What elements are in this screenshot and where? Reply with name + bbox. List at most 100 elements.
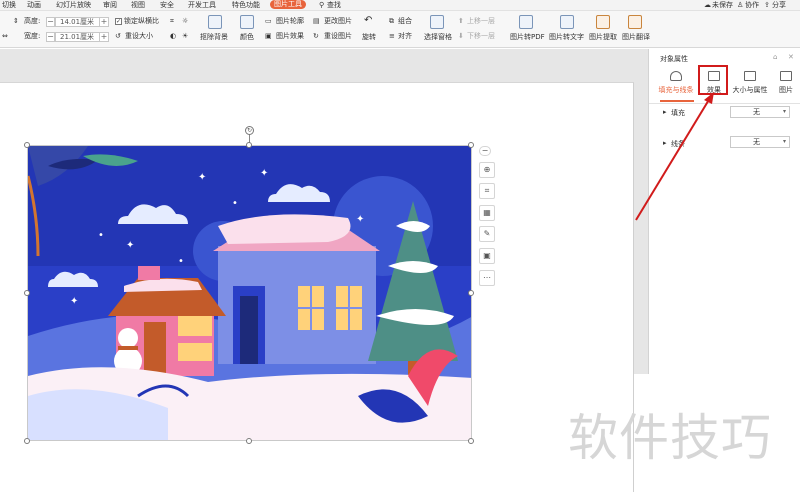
height-decrease-button[interactable]: − — [46, 17, 55, 27]
brightness-icon[interactable]: ☼ — [182, 17, 188, 26]
align-button[interactable]: 对齐 — [398, 32, 412, 41]
tab-size-label: 大小与属性 — [732, 86, 768, 94]
search-icon[interactable]: ⚲ — [319, 0, 324, 10]
to-pdf-icon[interactable] — [519, 15, 533, 29]
lock-ratio-checkbox[interactable]: ✓ — [115, 18, 122, 25]
picture-icon — [780, 71, 792, 81]
selection-pane-button[interactable]: 选择窗格 — [424, 33, 452, 42]
fill-dropdown[interactable]: 无 ▾ — [730, 106, 790, 118]
resize-handle-tr[interactable] — [468, 142, 474, 148]
resize-handle-r[interactable] — [468, 290, 474, 296]
height-field[interactable]: 14.01厘米 — [55, 17, 100, 27]
rotate-button[interactable]: 旋转 — [362, 33, 376, 42]
extract-icon[interactable] — [596, 15, 610, 29]
resize-handle-b[interactable] — [246, 438, 252, 444]
rotate-icon[interactable]: ↶ — [364, 16, 372, 26]
translate-button[interactable]: 图片翻译 — [622, 33, 650, 42]
to-text-button[interactable]: 图片转文字 — [549, 33, 584, 42]
menu-search[interactable]: 查找 — [327, 0, 341, 10]
menu-devtools[interactable]: 开发工具 — [188, 0, 216, 10]
color-button[interactable]: 颜色 — [240, 33, 254, 42]
close-icon[interactable]: ✕ — [788, 53, 794, 61]
change-pic-button[interactable]: 更改图片 — [324, 17, 352, 26]
combine-button[interactable]: 组合 — [398, 17, 412, 26]
edit-icon[interactable]: ✎ — [479, 226, 495, 242]
outline-icon: ▭ — [265, 17, 272, 25]
app-window: { "menu": { "items": ["切换","动画","幻灯片放映",… — [0, 0, 800, 492]
svg-text:✦: ✦ — [70, 296, 78, 307]
border-icon[interactable]: ▦ — [479, 205, 495, 221]
compress-icon[interactable]: ☀ — [182, 32, 188, 41]
reset-pic-button[interactable]: 重设图片 — [324, 32, 352, 41]
collab-button[interactable]: 协作 — [745, 0, 759, 10]
rotate-handle[interactable]: ↻ — [245, 126, 254, 135]
svg-text:✦: ✦ — [260, 168, 268, 179]
width-decrease-button[interactable]: − — [46, 32, 55, 42]
menu-animation[interactable]: 动画 — [27, 0, 41, 10]
line-dropdown[interactable]: 无 ▾ — [730, 136, 790, 148]
panel-title: 对象属性 — [660, 55, 688, 63]
ribbon-toolbar: ⇕ 高度: 14.01厘米 + ⇔ 宽度: − 21.01厘米 + − ✓ 锁定… — [0, 11, 800, 48]
more-icon[interactable]: ⋯ — [479, 270, 495, 286]
combine-icon: ⧉ — [389, 17, 394, 25]
menu-view[interactable]: 视图 — [131, 0, 145, 10]
outline-button[interactable]: 图片轮廓 — [276, 17, 304, 26]
menu-review[interactable]: 审阅 — [103, 0, 117, 10]
svg-text:✦: ✦ — [356, 214, 364, 225]
remove-bg-button[interactable]: 抠除背景 — [200, 33, 228, 42]
height-increase-button[interactable]: + — [100, 17, 109, 27]
pin-icon[interactable]: ⌂ — [773, 53, 777, 61]
extract-button[interactable]: 图片提取 — [589, 33, 617, 42]
crop-icon[interactable]: ⌗ — [479, 183, 495, 199]
svg-text:•: • — [98, 230, 104, 241]
resize-handle-l[interactable] — [24, 290, 30, 296]
chevron-down-icon: ▾ — [782, 138, 786, 145]
change-pic-icon: ▤ — [313, 17, 320, 25]
to-text-icon[interactable] — [560, 15, 574, 29]
menu-features[interactable]: 特色功能 — [232, 0, 260, 10]
tab-picture-label: 图片 — [779, 86, 793, 94]
width-field[interactable]: 21.01厘米 — [55, 32, 100, 42]
remove-bg-icon[interactable] — [208, 15, 222, 29]
effect-icon: ▣ — [265, 32, 272, 40]
pictures-icon[interactable]: ▣ — [479, 248, 495, 264]
collab-icon: ♙ — [737, 1, 744, 9]
height-label: 高度: — [24, 17, 41, 25]
translate-icon[interactable] — [628, 15, 642, 29]
resize-handle-tl[interactable] — [24, 142, 30, 148]
resize-handle-t[interactable] — [246, 142, 252, 148]
width-icon: ⇔ — [2, 32, 8, 40]
effect-button[interactable]: 图片效果 — [276, 32, 304, 41]
unsaved-status: 未保存 — [712, 1, 733, 9]
collapse-icon[interactable]: − — [479, 146, 491, 156]
svg-text:✦: ✦ — [126, 240, 134, 251]
unsaved-icon: ☁ — [704, 1, 711, 9]
menu-slideshow[interactable]: 幻灯片放映 — [56, 0, 91, 10]
share-button[interactable]: 分享 — [772, 0, 786, 10]
up-layer-button[interactable]: 上移一层 — [467, 17, 495, 26]
tab-size-props[interactable]: 大小与属性 — [731, 67, 769, 103]
color-icon[interactable] — [240, 15, 254, 29]
winter-house-illustration: ✦✦✦ ✦✦✦ ••• — [28, 146, 471, 440]
resize-handle-bl[interactable] — [24, 438, 30, 444]
fill-value: 无 — [753, 108, 760, 116]
zoom-icon[interactable]: ⊕ — [479, 162, 495, 178]
resize-handle-br[interactable] — [468, 438, 474, 444]
chevron-down-icon: ▾ — [782, 108, 786, 115]
menu-picture-tools[interactable]: 图片工具 — [270, 0, 306, 9]
share-icon: ⇪ — [764, 1, 770, 9]
menu-security[interactable]: 安全 — [160, 0, 174, 10]
width-label: 宽度: — [24, 32, 41, 40]
crop-icon[interactable]: ⌗ — [170, 17, 174, 26]
selected-picture[interactable]: ✦✦✦ ✦✦✦ ••• — [27, 145, 472, 441]
to-pdf-button[interactable]: 图片转PDF — [510, 33, 545, 42]
tab-picture[interactable]: 图片 — [767, 67, 800, 103]
menu-switch[interactable]: 切换 — [2, 0, 16, 10]
down-layer-button[interactable]: 下移一层 — [467, 32, 495, 41]
width-increase-button[interactable]: + — [100, 32, 109, 42]
selection-pane-icon[interactable] — [430, 15, 444, 29]
align-icon: ≡ — [389, 32, 395, 40]
contrast-icon[interactable]: ◐ — [170, 32, 176, 41]
line-value: 无 — [753, 138, 760, 146]
reset-size-button[interactable]: 重设大小 — [125, 32, 153, 41]
